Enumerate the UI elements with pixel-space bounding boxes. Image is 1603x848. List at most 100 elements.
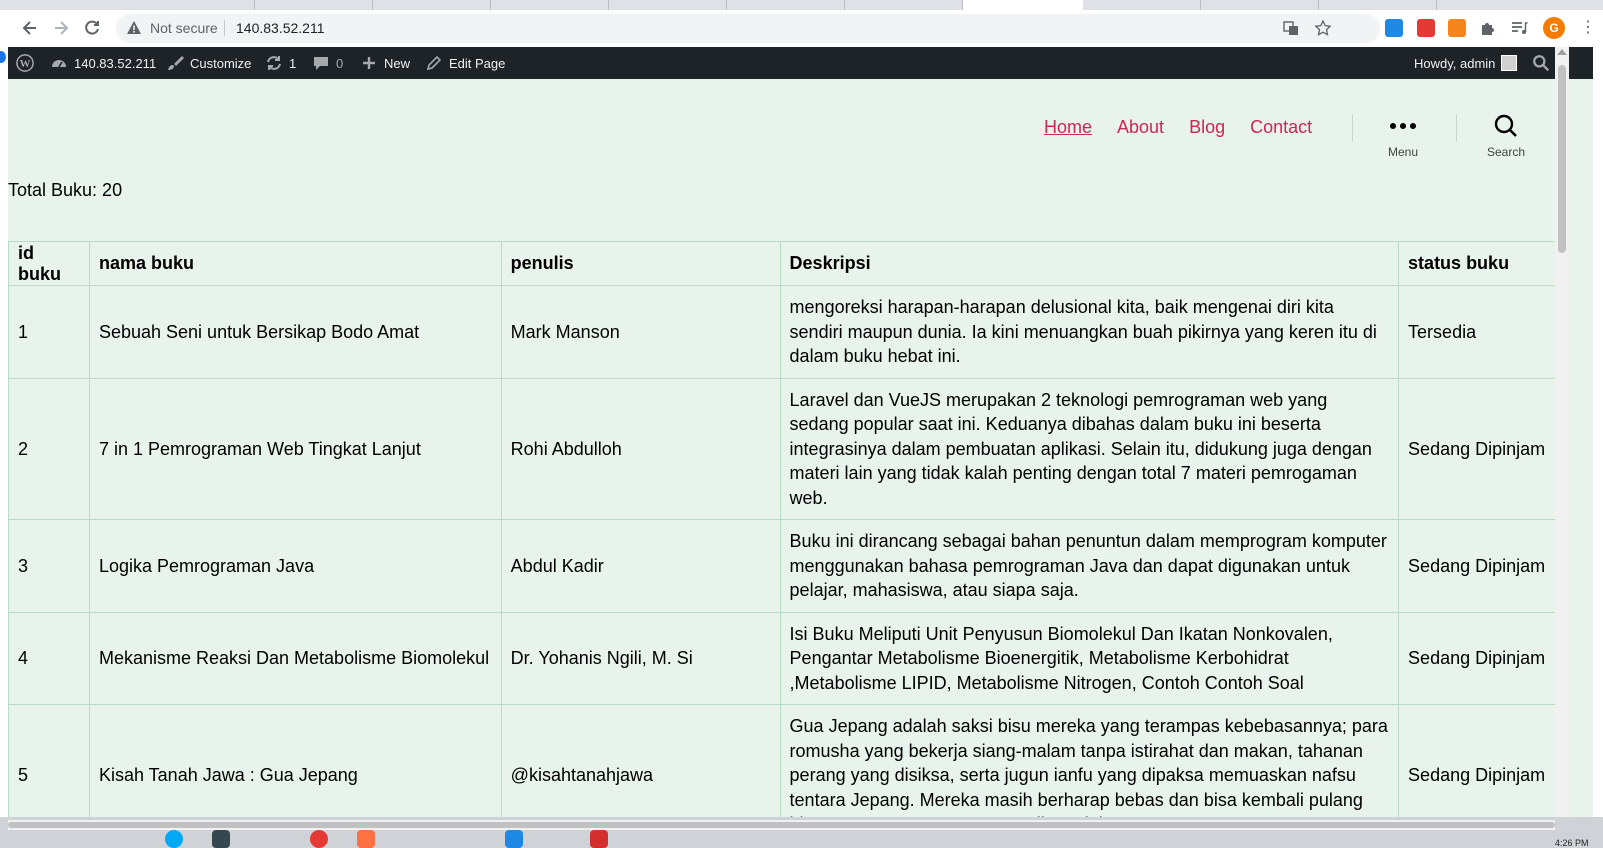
vertical-scrollbar[interactable] [1555, 47, 1569, 839]
forward-button[interactable] [48, 15, 74, 41]
paintbrush-icon [168, 56, 184, 70]
column-header-id: id buku [8, 241, 90, 286]
table-row: 2 7 in 1 Pemrograman Web Tingkat Lanjut … [8, 377, 1556, 520]
comment-bubble-icon [314, 57, 328, 70]
column-header-nama: nama buku [88, 241, 502, 286]
table-header-row: id buku nama buku penulis Deskripsi stat… [8, 241, 1556, 286]
my-account-link[interactable]: Howdy, admin [1414, 47, 1518, 79]
updates-link[interactable]: 1 [265, 47, 296, 79]
browser-menu-icon[interactable]: ⋮ [1580, 19, 1596, 37]
cell-nama: Mekanisme Reaksi Dan Metabolisme Biomole… [88, 611, 502, 705]
comments-link[interactable]: 0 [312, 47, 343, 79]
browser-tab[interactable] [373, 0, 491, 10]
cell-status: Sedang Dipinjam [1398, 377, 1556, 520]
taskbar-app-icon[interactable] [212, 830, 230, 848]
browser-tab[interactable] [1201, 0, 1319, 10]
warning-icon [127, 21, 141, 34]
cell-deskripsi: Buku ini dirancang sebagai bahan penuntu… [779, 519, 1400, 613]
browser-tab[interactable] [845, 0, 963, 10]
nav-item-blog[interactable]: Blog [1189, 117, 1225, 138]
cell-status: Tersedia [1398, 285, 1556, 379]
security-label: Not secure [150, 20, 218, 36]
metamask-extension-icon[interactable] [1448, 19, 1466, 37]
cell-penulis: Dr. Yohanis Ngili, M. Si [500, 611, 781, 705]
site-name-link[interactable]: 140.83.52.211 [50, 47, 156, 79]
wp-logo-button[interactable]: W [16, 47, 34, 79]
horizontal-scrollbar-thumb[interactable] [8, 822, 1555, 828]
shield-extension-icon[interactable] [1385, 19, 1403, 37]
table-row: 1 Sebuah Seni untuk Bersikap Bodo Amat M… [8, 285, 1556, 379]
taskbar-app-icon[interactable] [357, 830, 375, 848]
arrow-left-icon [22, 21, 36, 35]
greeting-label: Howdy, admin [1414, 55, 1496, 71]
browser-tab[interactable] [255, 0, 373, 10]
ellipsis-icon [1390, 123, 1416, 129]
adminbar-search-button[interactable] [1532, 47, 1550, 79]
browser-tab[interactable] [1083, 0, 1201, 10]
taskbar-app-icon[interactable] [590, 830, 608, 848]
browser-tab[interactable] [135, 0, 255, 10]
arrow-right-icon [55, 21, 69, 35]
cell-deskripsi: mengoreksi harapan-harapan delusional ki… [779, 285, 1400, 379]
primary-menu: Home About Blog Contact [1044, 117, 1312, 138]
nav-divider [1352, 114, 1353, 142]
browser-tab[interactable] [609, 0, 727, 10]
extensions-puzzle-icon[interactable] [1479, 19, 1497, 37]
nav-item-home[interactable]: Home [1044, 117, 1092, 138]
ublock-extension-icon[interactable] [1417, 19, 1435, 37]
cell-nama: 7 in 1 Pemrograman Web Tingkat Lanjut [88, 377, 502, 520]
search-toggle[interactable]: Search [1476, 113, 1536, 159]
cell-penulis: Abdul Kadir [500, 519, 781, 613]
browser-tab[interactable] [727, 0, 845, 10]
taskbar-app-icon[interactable] [165, 830, 183, 848]
customize-label: Customize [190, 55, 252, 71]
scrollbar-thumb[interactable] [1558, 65, 1566, 253]
cell-penulis: Rohi Abdulloh [500, 377, 781, 520]
search-toggle-label: Search [1486, 145, 1526, 159]
cell-deskripsi: Laravel dan VueJS merupakan 2 teknologi … [779, 377, 1400, 520]
scroll-up-arrow[interactable] [1557, 49, 1567, 55]
media-queue-icon[interactable] [1510, 19, 1528, 37]
taskbar-app-icon[interactable] [505, 830, 523, 848]
column-header-status: status buku [1398, 241, 1556, 286]
horizontal-scrollbar[interactable] [8, 820, 1555, 830]
back-button[interactable] [17, 15, 43, 41]
cell-status: Sedang Dipinjam [1398, 611, 1556, 705]
reload-button[interactable] [79, 15, 105, 41]
translate-icon[interactable] [1282, 20, 1300, 38]
taskbar-app-icon[interactable] [310, 830, 328, 848]
cell-deskripsi: Isi Buku Meliputi Unit Penyusun Biomolek… [779, 611, 1400, 705]
pencil-icon [426, 55, 442, 71]
browser-tab[interactable] [1319, 0, 1437, 10]
nav-item-about[interactable]: About [1117, 117, 1164, 138]
url-text[interactable]: 140.83.52.211 [236, 20, 325, 36]
edit-page-label: Edit Page [449, 55, 506, 71]
comments-count: 0 [336, 55, 344, 71]
nav-item-contact[interactable]: Contact [1250, 117, 1312, 138]
cell-nama: Sebuah Seni untuk Bersikap Bodo Amat [88, 285, 502, 379]
browser-tab[interactable] [491, 0, 609, 10]
cell-id: 4 [8, 611, 90, 705]
profile-avatar[interactable]: G [1543, 17, 1565, 39]
edit-page-link[interactable]: Edit Page [425, 47, 505, 79]
menu-toggle[interactable]: Menu [1373, 113, 1433, 159]
search-icon [1494, 114, 1517, 137]
page-content: Home About Blog Contact Menu Search Tota… [8, 79, 1593, 839]
table-row: 4 Mekanisme Reaksi Dan Metabolisme Biomo… [8, 611, 1556, 705]
table-row: 3 Logika Pemrograman Java Abdul Kadir Bu… [8, 519, 1556, 613]
edge-badge [0, 51, 6, 63]
site-name-label: 140.83.52.211 [74, 55, 157, 71]
new-content-link[interactable]: New [360, 47, 410, 79]
new-label: New [384, 55, 411, 71]
admin-avatar [1501, 55, 1518, 71]
browser-tab-active[interactable] [963, 0, 1083, 10]
address-bar[interactable]: Not secure 140.83.52.211 [116, 14, 1380, 43]
bookmark-star-icon[interactable] [1314, 19, 1332, 38]
svg-text:W: W [20, 58, 31, 70]
menu-toggle-label: Menu [1387, 145, 1419, 159]
wordpress-icon: W [16, 54, 34, 72]
dashboard-gauge-icon [52, 60, 66, 68]
updates-refresh-icon [267, 56, 281, 70]
customize-link[interactable]: Customize [166, 47, 251, 79]
search-icon [1533, 55, 1550, 72]
